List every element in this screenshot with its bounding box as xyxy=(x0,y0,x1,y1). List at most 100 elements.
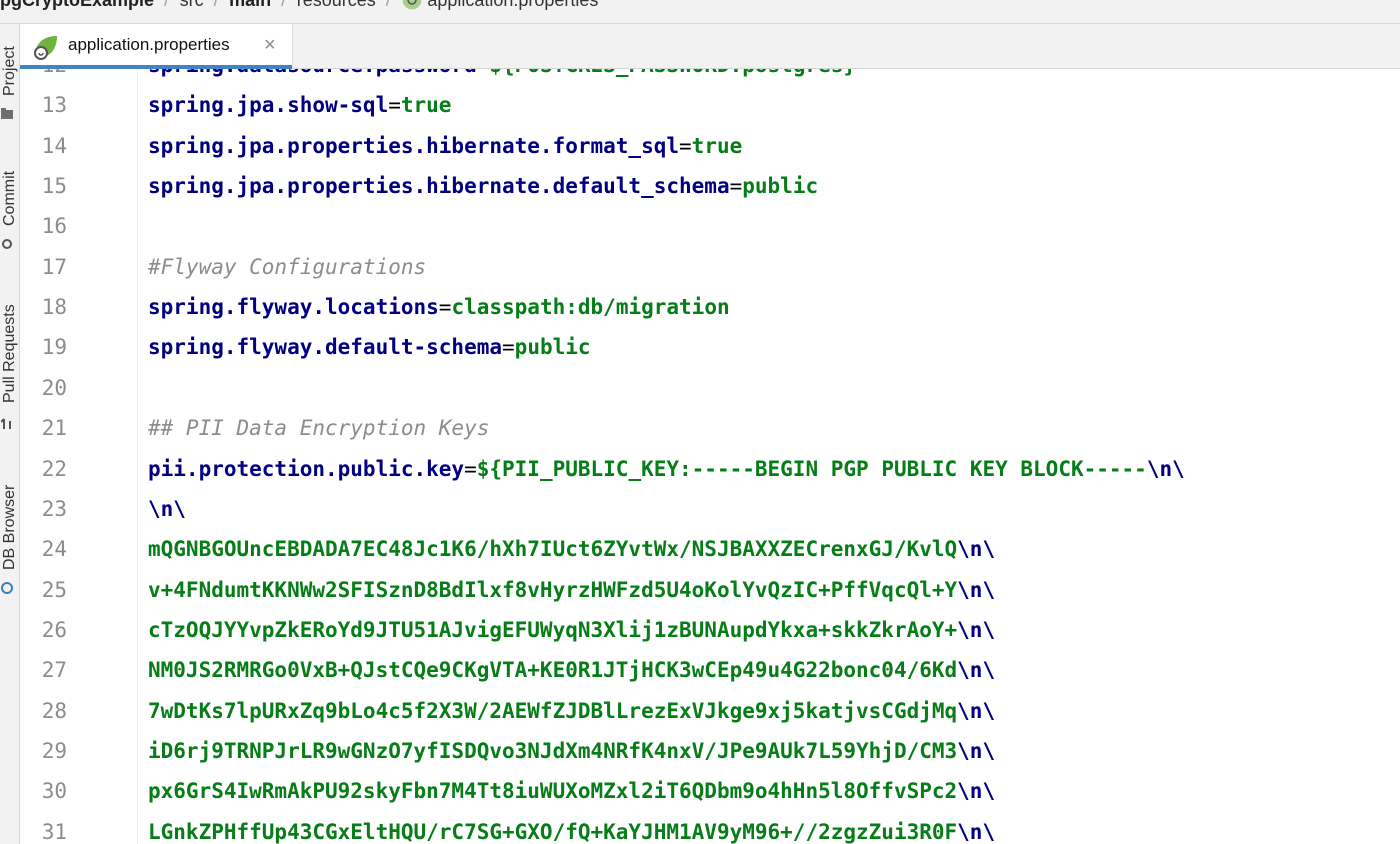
breadcrumb-src[interactable]: src xyxy=(170,0,214,11)
escape-sequence: \n\ xyxy=(957,537,996,561)
escape-sequence: \n\ xyxy=(957,658,996,682)
assignment-operator: = xyxy=(388,93,401,117)
line-number: 23 xyxy=(41,497,67,521)
tool-window-pull-requests[interactable]: Pull Requests xyxy=(0,286,19,436)
code-line[interactable]: v+4FNdumtKKNWw2SFISznD8BdIlxf8vHyrzHWFzd… xyxy=(148,576,995,604)
property-value: true xyxy=(691,134,743,158)
line-number: 29 xyxy=(41,739,67,763)
tab-label: application.properties xyxy=(68,35,230,54)
property-value: public xyxy=(514,335,591,359)
tool-window-db-browser-label: DB Browser xyxy=(1,484,18,570)
property-value: true xyxy=(400,93,452,117)
breadcrumb-resources[interactable]: resources xyxy=(287,0,386,11)
escape-sequence: \n\ xyxy=(957,578,996,602)
code-line[interactable]: spring.datasource.password=${POSTGRES_PA… xyxy=(148,69,856,79)
line-number: 22 xyxy=(41,457,67,481)
breadcrumb-main[interactable]: main xyxy=(219,0,281,11)
tab-application-properties[interactable]: application.properties × xyxy=(20,24,293,69)
code-line[interactable]: \n\ xyxy=(148,495,186,523)
tool-window-commit[interactable]: Commit xyxy=(0,154,19,254)
property-key: spring.jpa.show-sql xyxy=(148,93,389,117)
breadcrumb: pgCryptoExample / src / main / resources… xyxy=(0,0,608,12)
property-value: NM0JS2RMRGo0VxB+QJstCQe9CKgVTA+KE0R1JTjH… xyxy=(148,658,958,682)
code-line[interactable]: LGnkZPHffUp43CGxEltHQU/rC7SG+GXO/fQ+KaYJ… xyxy=(148,818,995,844)
line-number: 21 xyxy=(41,416,67,440)
code-line[interactable]: spring.flyway.default-schema=public xyxy=(148,333,591,361)
line-number: 13 xyxy=(41,93,67,117)
line-number: 20 xyxy=(41,376,67,400)
property-key: spring.jpa.properties.hibernate.default_… xyxy=(148,174,730,198)
code-line[interactable]: cTzOQJYYvpZkERoYd9JTU51AJvigEFUWyqN3Xlij… xyxy=(148,616,995,644)
property-key: spring.jpa.properties.hibernate.format_s… xyxy=(148,134,680,158)
line-number: 30 xyxy=(41,779,67,803)
property-value: public xyxy=(742,174,819,198)
spring-leaf-icon xyxy=(402,0,422,10)
line-number: 28 xyxy=(41,699,67,723)
line-number: 15 xyxy=(41,174,67,198)
assignment-operator: = xyxy=(502,335,515,359)
tool-window-pull-requests-label: Pull Requests xyxy=(1,304,18,403)
property-value: ${POSTGRES_PASSWORD:postgres} xyxy=(489,69,856,77)
code-line[interactable]: spring.jpa.properties.hibernate.format_s… xyxy=(148,132,742,160)
property-value: mQGNBGOUncEBDADA7EC48Jc1K6/hXh7IUct6ZYvt… xyxy=(148,537,958,561)
spring-leaf-icon xyxy=(34,36,57,60)
line-number-gutter: 12 13 14 15 16 17 18 19 20 21 22 23 24 25 26 27 28 29 30 31 xyxy=(20,69,138,844)
escape-sequence: \n\ xyxy=(957,739,996,763)
code-line[interactable]: iD6rj9TRNPJrLR9wGNzO7yfISDQvo3NJdXm4NRfK… xyxy=(148,737,995,765)
line-number: 19 xyxy=(41,335,67,359)
breadcrumb-file[interactable]: application.properties xyxy=(391,0,608,11)
code-comment: ## PII Data Encryption Keys xyxy=(148,416,490,440)
property-key: spring.flyway.locations xyxy=(148,295,439,319)
code-line[interactable]: px6GrS4IwRmAkPU92skyFbn7M4Tt8iuWUXoMZxl2… xyxy=(148,777,995,805)
navigation-bar: pgCryptoExample / src / main / resources… xyxy=(0,0,1400,24)
code-line[interactable]: spring.jpa.properties.hibernate.default_… xyxy=(148,172,818,200)
property-value: iD6rj9TRNPJrLR9wGNzO7yfISDQvo3NJdXm4NRfK… xyxy=(148,739,958,763)
assignment-operator: = xyxy=(729,174,743,198)
property-key: spring.datasource.password xyxy=(148,69,477,77)
property-value: cTzOQJYYvpZkERoYd9JTU51AJvigEFUWyqN3Xlij… xyxy=(148,618,958,642)
close-icon[interactable]: × xyxy=(264,34,276,56)
tool-window-strip: Project Commit Pull Requests DB Browser xyxy=(0,24,20,844)
property-key: pii.protection.public.key xyxy=(148,457,465,481)
breadcrumb-file-label: application.properties xyxy=(427,0,598,11)
escape-sequence: \n\ xyxy=(1146,457,1185,481)
line-number: 18 xyxy=(41,295,67,319)
assignment-operator: = xyxy=(477,69,490,77)
property-value: 7wDtKs7lpURxZq9bLo4c5f2X3W/2AEWfZJDBlLre… xyxy=(148,699,958,723)
escape-sequence: \n\ xyxy=(148,497,186,521)
property-key: spring.flyway.default-schema xyxy=(148,335,503,359)
line-number: 26 xyxy=(41,618,67,642)
line-number: 24 xyxy=(41,537,67,561)
code-editor[interactable]: spring.datasource.password=${POSTGRES_PA… xyxy=(138,69,1400,844)
line-number: 25 xyxy=(41,578,67,602)
assignment-operator: = xyxy=(438,295,452,319)
property-value: LGnkZPHffUp43CGxEltHQU/rC7SG+GXO/fQ+KaYJ… xyxy=(148,820,958,844)
db-browser-icon xyxy=(1,582,13,594)
escape-sequence: \n\ xyxy=(957,699,996,723)
code-comment: #Flyway Configurations xyxy=(148,255,427,279)
line-number: 14 xyxy=(41,134,67,158)
escape-sequence: \n\ xyxy=(957,618,996,642)
line-number: 27 xyxy=(41,658,67,682)
escape-sequence: \n\ xyxy=(957,820,996,844)
code-line[interactable]: spring.flyway.locations=classpath:db/mig… xyxy=(148,293,730,321)
line-number: 16 xyxy=(41,214,67,238)
line-number: 31 xyxy=(41,820,67,844)
property-value: classpath:db/migration xyxy=(451,295,730,319)
code-line[interactable]: mQGNBGOUncEBDADA7EC48Jc1K6/hXh7IUct6ZYvt… xyxy=(148,535,995,563)
escape-sequence: \n\ xyxy=(957,779,996,803)
tool-window-db-browser[interactable]: DB Browser xyxy=(0,472,19,612)
code-line[interactable]: NM0JS2RMRGo0VxB+QJstCQe9CKgVTA+KE0R1JTjH… xyxy=(148,656,995,684)
code-line[interactable]: ## PII Data Encryption Keys xyxy=(148,414,489,442)
line-number: 17 xyxy=(41,255,67,279)
tool-window-commit-label: Commit xyxy=(1,170,18,226)
code-line[interactable]: #Flyway Configurations xyxy=(148,253,426,281)
assignment-operator: = xyxy=(679,134,692,158)
code-line[interactable]: pii.protection.public.key=${PII_PUBLIC_K… xyxy=(148,455,1185,483)
code-line[interactable]: spring.jpa.show-sql=true xyxy=(148,91,451,119)
property-value: ${PII_PUBLIC_KEY:-----BEGIN PGP PUBLIC K… xyxy=(476,457,1147,481)
code-line[interactable]: 7wDtKs7lpURxZq9bLo4c5f2X3W/2AEWfZJDBlLre… xyxy=(148,697,995,725)
property-value: v+4FNdumtKKNWw2SFISznD8BdIlxf8vHyrzHWFzd… xyxy=(148,578,958,602)
commit-icon xyxy=(2,239,12,249)
breadcrumb-project[interactable]: pgCryptoExample xyxy=(0,0,164,11)
